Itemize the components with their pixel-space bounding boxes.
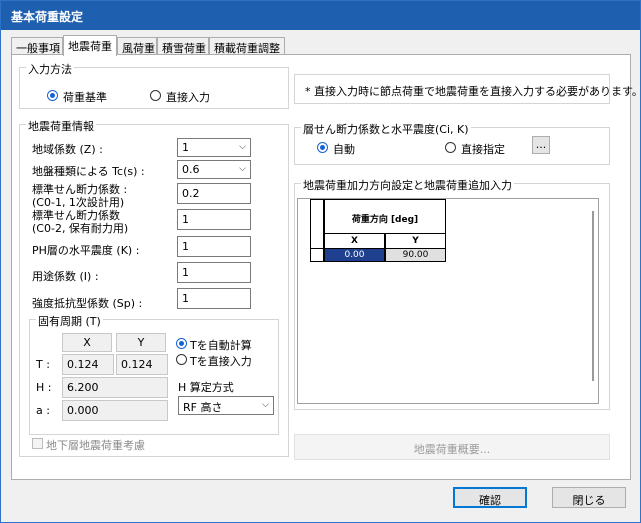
period-label: 固有周期 (T)	[36, 313, 103, 329]
title-bar: 基本荷重設定	[1, 1, 640, 30]
chevron-down-icon: ⌵	[239, 164, 246, 174]
period-t-x: 0.124	[62, 354, 114, 375]
ph-label: PH層の水平震度 (K) :	[32, 244, 140, 257]
seismic-info-label: 地震荷重情報	[26, 118, 96, 134]
grid-cell-y[interactable]: 90.00	[385, 248, 446, 262]
ground-type-label: 地盤種類による Tc(s) :	[32, 165, 145, 178]
tab-general[interactable]: 一般事項	[11, 37, 63, 55]
period-col-y: Y	[116, 333, 166, 352]
shear-more-button[interactable]: ...	[532, 136, 550, 154]
grid-scrollbar[interactable]	[592, 211, 594, 381]
use-coef-input[interactable]: 1	[177, 262, 251, 283]
layer-shear-label: 層せん断力係数と水平震度(Ci, K)	[301, 121, 471, 137]
h-method-value: RF 高さ	[183, 401, 223, 414]
shear-coef1-input[interactable]: 0.2	[177, 183, 251, 204]
shear-coef2-sublabel: (C0-2, 保有耐力用)	[32, 222, 129, 235]
period-h-label: H :	[36, 381, 52, 394]
radio-t-direct-label: Tを直接入力	[190, 355, 252, 368]
strength-input[interactable]: 1	[177, 288, 251, 309]
ph-input[interactable]: 1	[177, 236, 251, 257]
period-group: 固有周期 (T) X Y T : 0.124 0.124 H : 6.200 a…	[29, 313, 279, 435]
radio-t-auto[interactable]	[176, 338, 187, 349]
seismic-info-group: 地震荷重情報 地域係数 (Z) : 1 ⌵ 地盤種類による Tc(s) : 0.…	[19, 118, 289, 457]
basement-label: 地下層地震荷重考慮	[46, 439, 145, 452]
grid-corner	[310, 199, 324, 249]
radio-load-standard[interactable]	[47, 90, 58, 101]
basement-checkbox[interactable]	[32, 438, 43, 449]
period-h-value: 6.200	[62, 377, 168, 398]
region-coef-select[interactable]: 1 ⌵	[177, 138, 251, 157]
input-method-label: 入力方法	[26, 61, 74, 77]
ground-type-select[interactable]: 0.6 ⌵	[177, 160, 251, 179]
note-box: * 直接入力時に節点荷重で地震荷重を直接入力する必要があります。	[294, 74, 641, 104]
tab-live-load[interactable]: 積載荷重調整	[209, 37, 285, 55]
window-title: 基本荷重設定	[11, 10, 84, 24]
ok-button[interactable]: 確認	[453, 487, 527, 508]
grid-cell-x[interactable]: 0.00	[324, 248, 385, 262]
tab-seismic[interactable]: 地震荷重	[63, 35, 117, 56]
period-a-label: a :	[36, 404, 50, 417]
overview-button[interactable]: 地震荷重概要...	[294, 434, 610, 460]
h-method-select[interactable]: RF 高さ ⌵	[178, 396, 274, 415]
tab-snow[interactable]: 積雪荷重	[157, 37, 209, 55]
ground-type-value: 0.6	[182, 163, 200, 176]
radio-shear-auto[interactable]	[317, 142, 328, 153]
radio-shear-direct[interactable]	[445, 142, 456, 153]
period-col-x: X	[62, 333, 112, 352]
grid-row-selector[interactable]	[310, 248, 324, 262]
dialog-window: 基本荷重設定 一般事項 地震荷重 風荷重 積雪荷重 積載荷重調整 入力方法 荷重…	[0, 0, 641, 523]
layer-shear-group: 層せん断力係数と水平震度(Ci, K) 自動 直接指定 ...	[294, 121, 610, 165]
radio-t-direct[interactable]	[176, 354, 187, 365]
chevron-down-icon: ⌵	[239, 142, 246, 152]
input-method-group: 入力方法 荷重基準 直接入力	[19, 61, 289, 109]
radio-shear-auto-label: 自動	[333, 143, 355, 156]
period-a-value: 0.000	[62, 400, 168, 421]
region-coef-label: 地域係数 (Z) :	[32, 143, 103, 156]
h-method-label: H 算定方式	[178, 381, 234, 394]
chevron-down-icon: ⌵	[262, 400, 269, 410]
direction-grid[interactable]: 荷重方向 [deg] X Y 0.00 90.00	[297, 198, 599, 404]
strength-label: 強度抵抗型係数 (Sp) :	[32, 297, 143, 310]
grid-header: 荷重方向 [deg]	[324, 199, 446, 234]
shear-coef2-input[interactable]: 1	[177, 209, 251, 230]
radio-shear-direct-label: 直接指定	[461, 143, 505, 156]
grid-col-y: Y	[385, 233, 446, 249]
close-button[interactable]: 閉じる	[552, 487, 626, 508]
note-text: * 直接入力時に節点荷重で地震荷重を直接入力する必要があります。	[305, 85, 641, 98]
radio-load-standard-label: 荷重基準	[63, 91, 107, 104]
radio-direct-input[interactable]	[150, 90, 161, 101]
period-t-label: T :	[36, 358, 50, 371]
grid-col-x: X	[324, 233, 385, 249]
use-coef-label: 用途係数 (I) :	[32, 270, 99, 283]
radio-t-auto-label: Tを自動計算	[190, 339, 252, 352]
tab-wind[interactable]: 風荷重	[117, 37, 157, 55]
direction-label: 地震荷重加力方向設定と地震荷重追加入力	[301, 177, 514, 193]
period-t-y: 0.124	[116, 354, 168, 375]
region-coef-value: 1	[182, 141, 189, 154]
radio-direct-input-label: 直接入力	[166, 91, 210, 104]
